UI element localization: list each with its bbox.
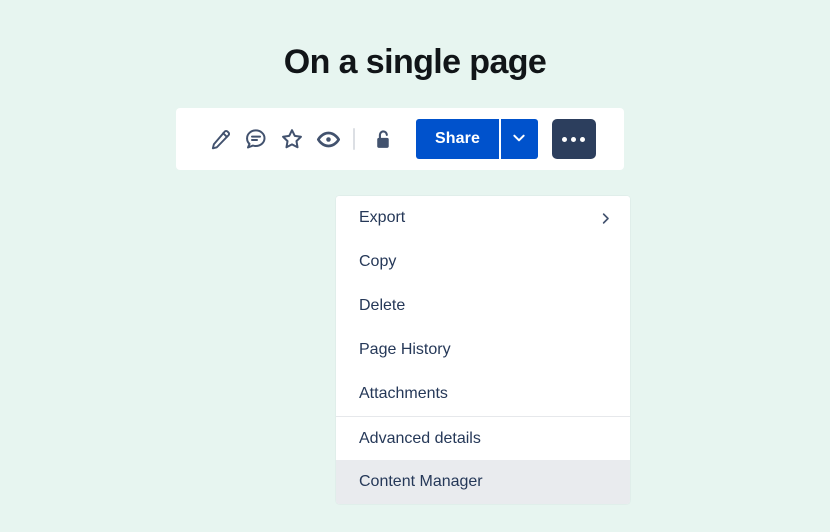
menu-item-label: Attachments <box>359 385 448 402</box>
unlock-padlock-icon <box>371 128 394 151</box>
menu-item-page-history[interactable]: Page History <box>336 328 630 372</box>
menu-item-content-manager[interactable]: Content Manager <box>336 460 630 504</box>
edit-pencil-icon <box>209 128 232 151</box>
more-actions-dropdown-menu: Export Copy Delete Page History Attachments A… <box>336 196 630 504</box>
menu-item-label: Delete <box>359 297 406 314</box>
comment-icon <box>244 127 268 151</box>
menu-item-label: Page History <box>359 341 451 358</box>
ellipsis-icon-dot <box>562 136 568 142</box>
menu-item-label: Copy <box>359 253 397 270</box>
menu-item-label: Export <box>359 209 406 226</box>
menu-item-delete[interactable]: Delete <box>336 284 630 328</box>
chevron-down-icon <box>511 130 527 149</box>
menu-item-label: Advanced details <box>359 429 481 447</box>
share-button[interactable]: Share <box>416 119 499 159</box>
toolbar-separator <box>353 128 355 150</box>
page-title: On a single page <box>283 43 547 81</box>
unlock-padlock-icon-button[interactable] <box>364 121 400 157</box>
comment-icon-button[interactable] <box>238 121 274 157</box>
edit-pencil-icon-button[interactable] <box>202 121 238 157</box>
star-icon <box>280 127 304 151</box>
toolbar-icon-group <box>202 121 400 157</box>
menu-item-attachments[interactable]: Attachments <box>336 372 630 416</box>
watch-eye-icon-button[interactable] <box>310 121 346 157</box>
chevron-right-icon <box>598 211 613 226</box>
watch-eye-icon <box>316 127 341 152</box>
ellipsis-icon-dot <box>580 136 586 142</box>
toolbar-actions: Share <box>416 119 596 159</box>
menu-item-label: Content Manager <box>359 473 483 490</box>
menu-item-advanced-details[interactable]: Advanced details <box>336 416 630 460</box>
share-dropdown-button[interactable] <box>498 119 538 159</box>
star-icon-button[interactable] <box>274 121 310 157</box>
page-toolbar: Share <box>176 108 624 170</box>
menu-item-export[interactable]: Export <box>336 196 630 240</box>
menu-item-copy[interactable]: Copy <box>336 240 630 284</box>
more-actions-button[interactable] <box>551 119 596 159</box>
ellipsis-icon-dot <box>571 136 577 142</box>
share-split-button: Share <box>416 119 538 159</box>
